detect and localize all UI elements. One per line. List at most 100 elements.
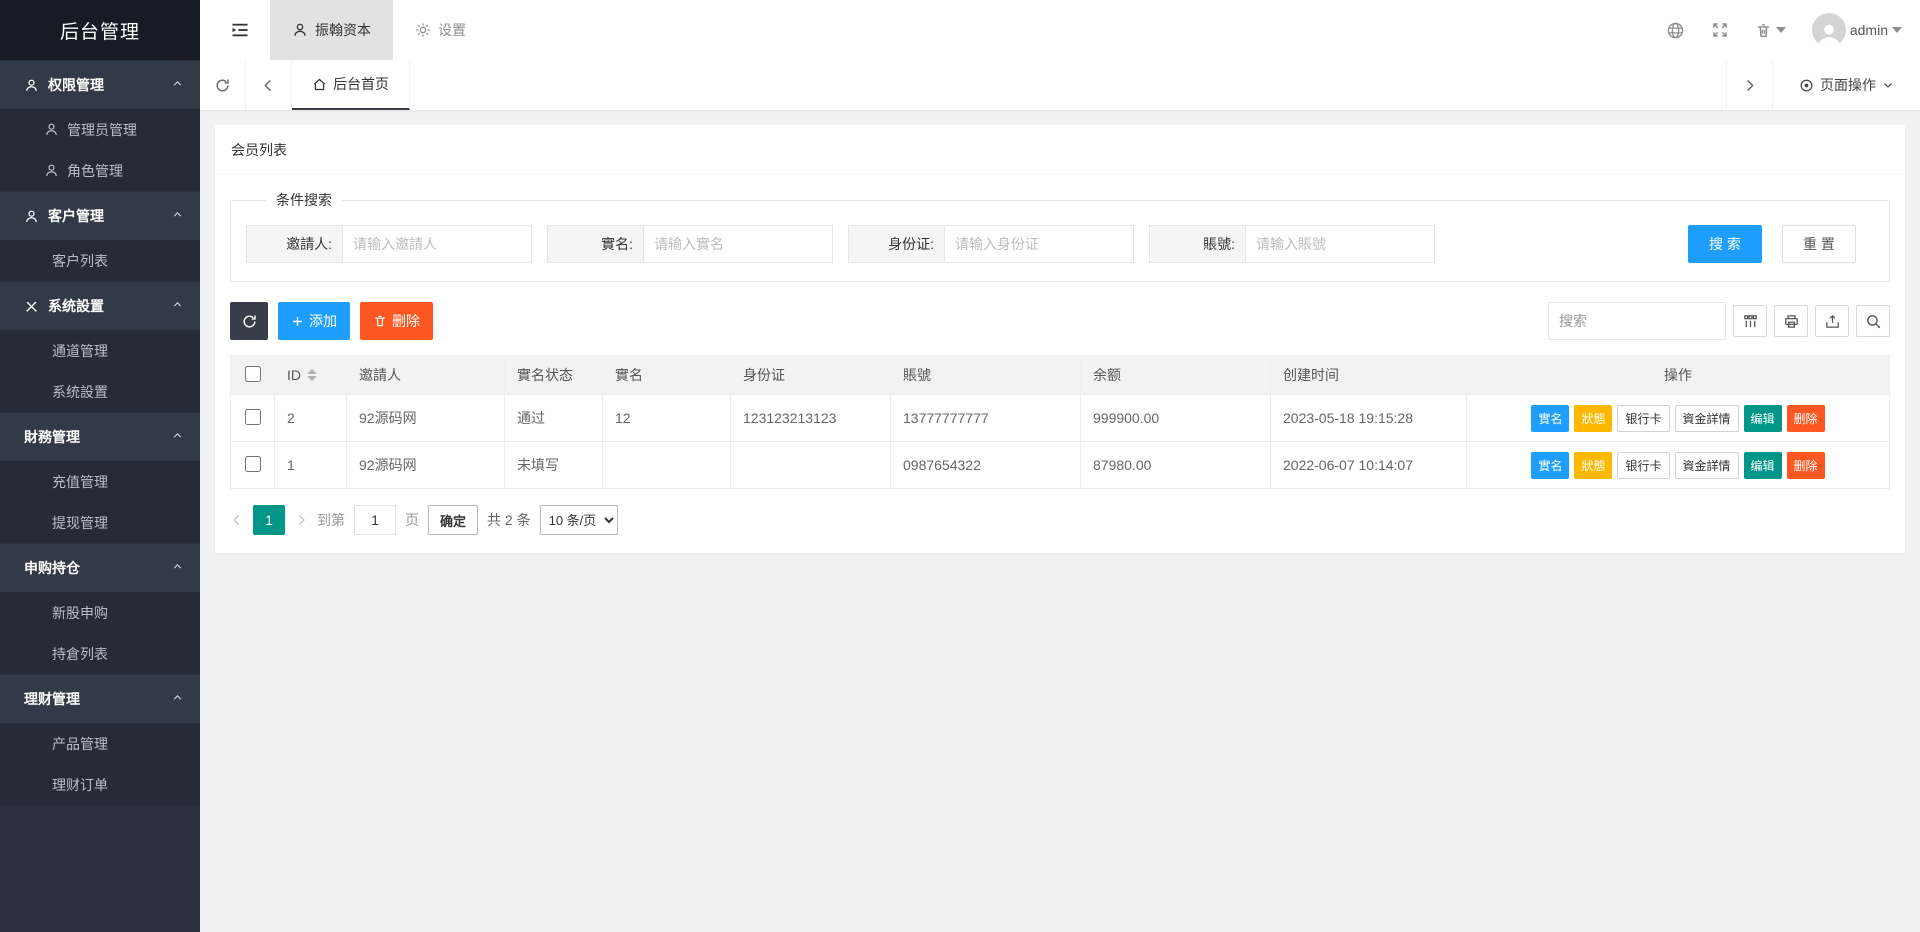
search-field-label: 邀請人: [246,225,342,263]
row-action-red-button[interactable]: 删除 [1787,452,1825,479]
cell-realname [603,442,731,489]
goto-confirm-button[interactable]: 确定 [428,505,478,535]
user-menu[interactable]: admin [1812,13,1902,47]
sidebar-item-15[interactable]: 理财管理 [0,674,200,723]
person-icon [24,209,39,224]
search-detail-button[interactable] [1856,305,1890,337]
sidebar-item-11[interactable]: 提现管理 [0,502,200,543]
fullscreen-button[interactable] [1711,21,1729,39]
column-header: 賬號 [891,356,1081,395]
row-checkbox[interactable] [245,456,261,472]
row-action-blue-button[interactable]: 實名 [1531,452,1569,479]
page-number-button[interactable]: 1 [253,505,285,535]
sidebar-item-5[interactable]: 客户列表 [0,240,200,281]
menu-toggle-button[interactable] [210,0,270,60]
table-search-input[interactable] [1548,302,1726,340]
scroll-tabs-left-button[interactable] [246,60,292,110]
delete-button[interactable]: 删除 [360,302,433,340]
main-area: 振翰资本 设置 [200,0,1920,932]
row-action-blue-button[interactable]: 實名 [1531,405,1569,432]
sidebar-item-label: 新股申购 [52,603,108,623]
column-header: 邀請人 [347,356,505,395]
print-button[interactable] [1774,305,1808,337]
sidebar-item-9[interactable]: 財務管理 [0,412,200,461]
row-action-plain-button[interactable]: 資金詳情 [1675,405,1739,432]
pagination: 1 到第 页 确定 共 2 条 10 条/页 [215,489,1905,553]
clear-cache-button[interactable] [1755,22,1786,39]
prev-page-button[interactable] [230,513,244,527]
tools-icon [24,299,39,314]
person-icon [44,163,59,178]
add-button[interactable]: 添加 [278,302,350,340]
row-checkbox[interactable] [245,409,261,425]
column-header: 實名 [603,356,731,395]
top-tab-company[interactable]: 振翰资本 [270,0,393,60]
sidebar-item-label: 理财订单 [52,775,108,795]
card-title: 会员列表 [215,125,1905,175]
column-header: 创建时间 [1271,356,1467,395]
page-size-select[interactable]: 10 条/页 [540,505,618,535]
search-field-input[interactable] [643,225,833,263]
sidebar-menu: 权限管理管理员管理角色管理客户管理客户列表系统設置通道管理系统設置財務管理充值管… [0,60,200,932]
goto-page-input[interactable] [354,505,396,535]
row-action-green-button[interactable]: 编辑 [1744,452,1782,479]
toggle-columns-button[interactable] [1733,305,1767,337]
sidebar-item-12[interactable]: 申购持仓 [0,543,200,592]
sidebar-item-3[interactable]: 角色管理 [0,150,200,191]
refresh-table-button[interactable] [230,302,268,340]
fullscreen-icon [1711,21,1729,39]
sidebar-item-8[interactable]: 系统設置 [0,371,200,412]
top-tab-settings[interactable]: 设置 [393,0,488,60]
search-field-input[interactable] [1245,225,1435,263]
top-header: 振翰资本 设置 [200,0,1920,60]
sidebar-item-1[interactable]: 权限管理 [0,60,200,109]
search-field-input[interactable] [342,225,532,263]
sidebar-item-7[interactable]: 通道管理 [0,330,200,371]
sidebar-item-label: 充值管理 [52,472,108,492]
search-field-2: 實名: [547,225,833,263]
sidebar-item-16[interactable]: 产品管理 [0,723,200,764]
sidebar-item-10[interactable]: 充值管理 [0,461,200,502]
page-operations-dropdown[interactable]: 页面操作 [1772,60,1920,110]
reset-button[interactable]: 重 置 [1782,225,1856,263]
tab-home[interactable]: 后台首页 [292,60,410,110]
scroll-tabs-right-button[interactable] [1726,60,1772,110]
sidebar-item-2[interactable]: 管理员管理 [0,109,200,150]
sort-icon[interactable] [307,369,317,381]
globe-icon [1666,21,1685,40]
row-action-plain-button[interactable]: 資金詳情 [1675,452,1739,479]
language-button[interactable] [1666,21,1685,40]
chevron-down-icon [1882,79,1894,91]
delete-button-label: 删除 [392,311,420,331]
printer-icon [1783,313,1800,330]
sidebar-item-13[interactable]: 新股申购 [0,592,200,633]
select-all-checkbox[interactable] [245,366,261,382]
plus-icon [291,315,304,328]
sidebar-item-14[interactable]: 持倉列表 [0,633,200,674]
person-icon [44,122,59,137]
sidebar-item-4[interactable]: 客户管理 [0,191,200,240]
cell-id_card: 123123213123 [731,395,891,442]
tab-strip-right: 页面操作 [1726,60,1920,110]
chevron-up-icon [171,560,184,576]
row-action-yellow-button[interactable]: 狀態 [1574,452,1612,479]
export-button[interactable] [1815,305,1849,337]
row-action-plain-button[interactable]: 银行卡 [1617,405,1669,432]
next-page-button[interactable] [294,513,308,527]
column-header: ID [275,356,347,395]
row-action-red-button[interactable]: 删除 [1787,405,1825,432]
sidebar-item-17[interactable]: 理财订单 [0,764,200,805]
row-action-yellow-button[interactable]: 狀態 [1574,405,1612,432]
column-header-label: ID [287,367,301,383]
refresh-tab-button[interactable] [200,60,246,110]
row-action-green-button[interactable]: 编辑 [1744,405,1782,432]
search-field-input[interactable] [944,225,1134,263]
search-button[interactable]: 搜 索 [1688,225,1762,263]
sidebar-item-label: 客户列表 [52,251,108,271]
row-action-plain-button[interactable]: 银行卡 [1617,452,1669,479]
page-label: 页 [405,510,419,530]
sidebar-item-6[interactable]: 系统設置 [0,281,200,330]
column-header: 余额 [1081,356,1271,395]
refresh-icon [214,77,231,94]
gear-icon [415,22,431,38]
